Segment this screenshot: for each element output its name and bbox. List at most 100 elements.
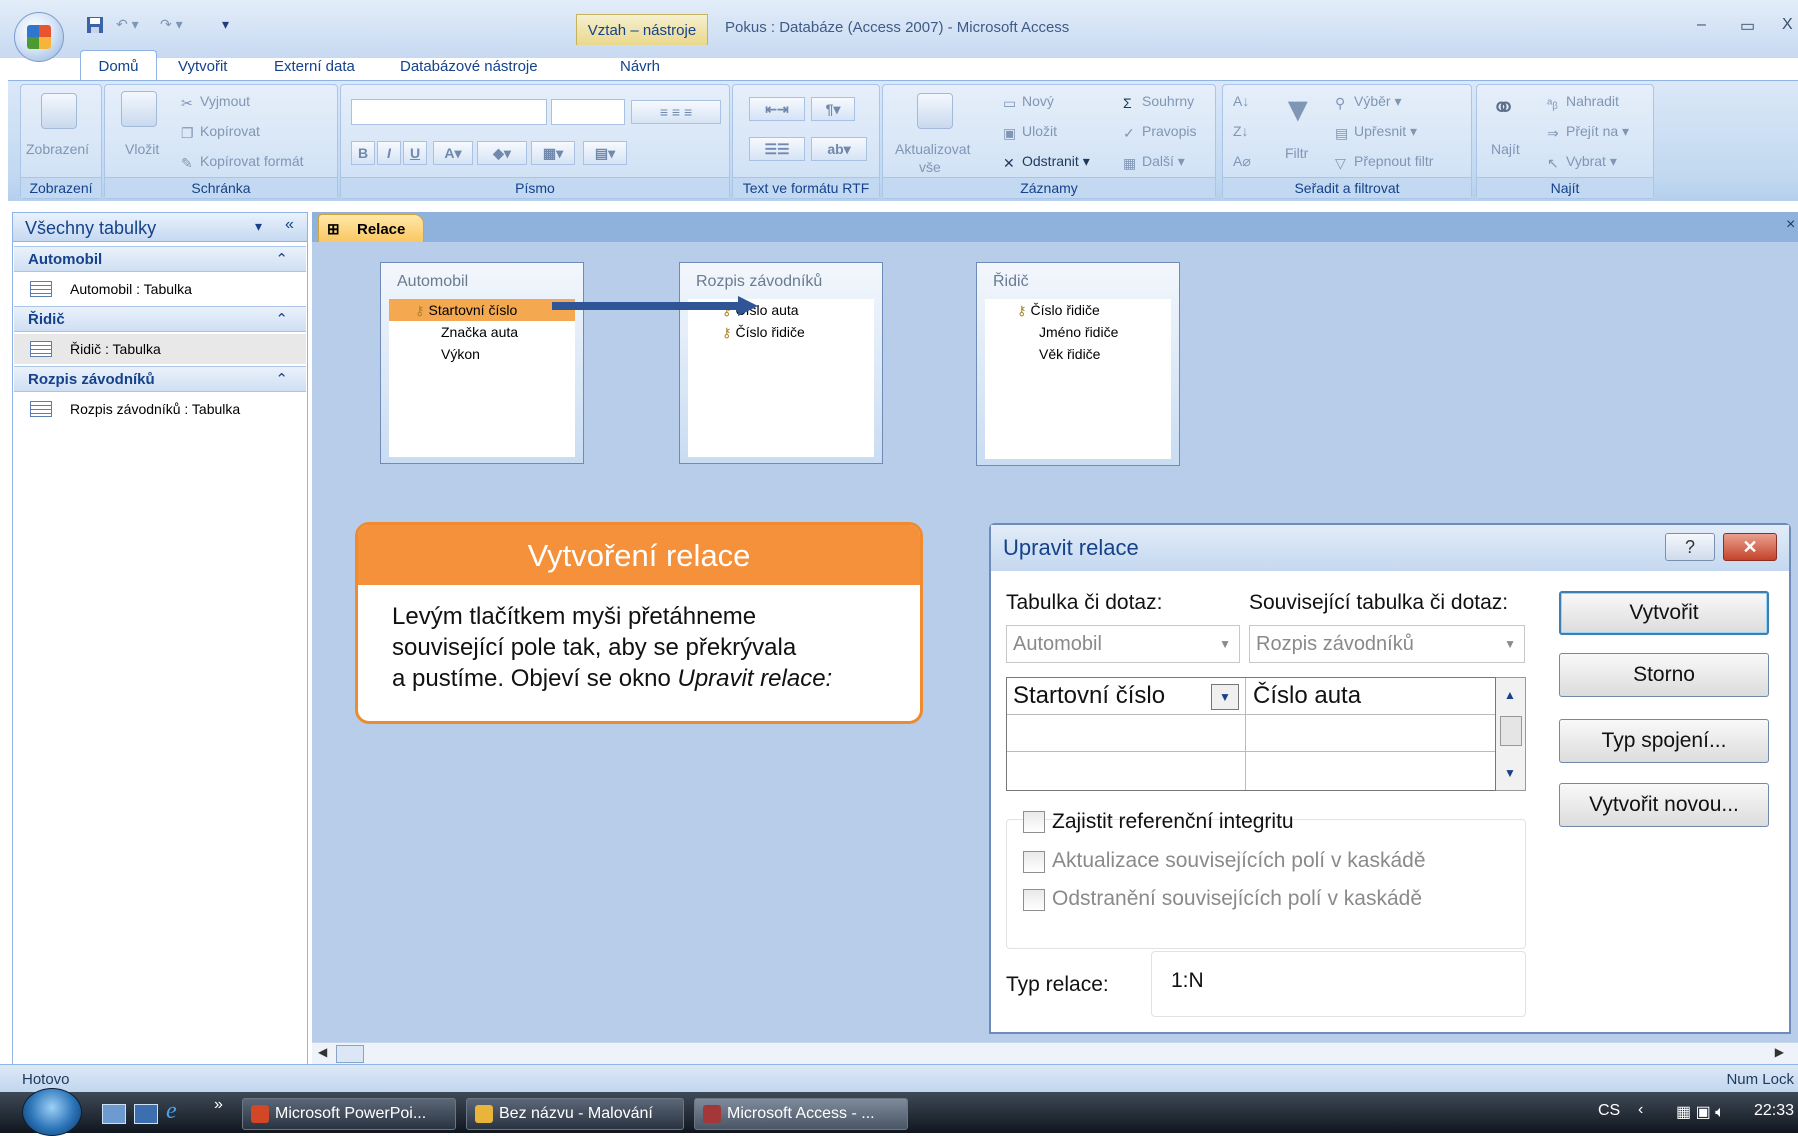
language-indicator[interactable]: CS: [1598, 1102, 1620, 1120]
switch-windows-icon[interactable]: [134, 1104, 158, 1124]
najit-button[interactable]: Najít: [1491, 141, 1520, 157]
nav-group-automobil[interactable]: Automobil ⌃: [14, 246, 306, 272]
nahradit-button[interactable]: ᵃᵦ Nahradit: [1547, 93, 1619, 111]
close-document-icon[interactable]: ×: [1786, 216, 1795, 234]
vyjmout-button[interactable]: ✂ Vyjmout: [181, 93, 250, 111]
create-new-button[interactable]: Vytvořit novou...: [1559, 783, 1769, 827]
dialog-close-button[interactable]: ✕: [1723, 533, 1777, 561]
zobrazeni-button[interactable]: Zobrazení: [26, 141, 89, 157]
font-size-combo[interactable]: [551, 99, 625, 125]
prepnout-filtr-button[interactable]: ▽ Přepnout filtr: [1335, 153, 1433, 171]
office-button[interactable]: [14, 12, 64, 62]
tray-expand-icon[interactable]: ‹: [1638, 1101, 1643, 1119]
related-combo[interactable]: Rozpis závodníků ▼: [1249, 625, 1525, 663]
chevron-down-icon[interactable]: ▼: [1211, 684, 1239, 710]
ulozit-button[interactable]: ▣ Uložit: [1003, 123, 1057, 141]
field-jmeno-ridice[interactable]: Jméno řidiče: [1039, 321, 1118, 343]
sort-desc-icon[interactable]: Z↓: [1233, 123, 1249, 139]
minimize-button[interactable]: –: [1697, 16, 1706, 34]
rtl-icon[interactable]: ¶▾: [811, 97, 855, 121]
close-button[interactable]: X: [1782, 16, 1793, 34]
highlight-icon[interactable]: ab▾: [811, 137, 867, 161]
alt-fill-icon[interactable]: ▤▾: [583, 141, 627, 165]
save-icon[interactable]: [86, 16, 104, 38]
tab-domu[interactable]: Domů: [80, 50, 157, 81]
field-startovni-cislo[interactable]: ⚷ Startovní číslo: [389, 299, 575, 321]
table-combo[interactable]: Automobil ▼: [1006, 625, 1240, 663]
help-button[interactable]: ?: [1665, 533, 1715, 561]
show-desktop-icon[interactable]: [102, 1104, 126, 1124]
vlozit-button[interactable]: Vložit: [125, 141, 159, 157]
taskbar-item-paint[interactable]: Bez názvu - Malování: [466, 1098, 684, 1130]
table-box-ridic[interactable]: Řidič ⚷ Číslo řidiče Jméno řidiče Věk řid…: [976, 262, 1180, 466]
indent-icon[interactable]: ⇤⇥: [749, 97, 805, 121]
nav-group-rozpis[interactable]: Rozpis závodníků ⌃: [14, 366, 306, 392]
novy-button[interactable]: ▭ Nový: [1003, 93, 1054, 111]
nav-collapse-icon[interactable]: «: [285, 216, 294, 234]
bold-button[interactable]: B: [351, 141, 375, 165]
binoculars-icon[interactable]: ⚭: [1491, 91, 1516, 126]
taskbar-item-powerpoint[interactable]: Microsoft PowerPoi...: [242, 1098, 456, 1130]
redo-icon[interactable]: ↷ ▾: [160, 16, 183, 38]
field-cislo-ridice[interactable]: ⚷ Číslo řidiče: [722, 321, 805, 343]
tab-vytvorit[interactable]: Vytvořit: [178, 52, 227, 80]
join-type-button[interactable]: Typ spojení...: [1559, 719, 1769, 763]
quick-launch-more-icon[interactable]: »: [214, 1096, 223, 1114]
field-cislo-ridice[interactable]: ⚷ Číslo řidiče: [1017, 299, 1100, 321]
filter-icon[interactable]: ▼: [1281, 91, 1315, 130]
fill-color-icon[interactable]: ◆▾: [477, 141, 527, 165]
cancel-button[interactable]: Storno: [1559, 653, 1769, 697]
field-znacka-auta[interactable]: Značka auta: [441, 321, 518, 343]
kopirovat-format-button[interactable]: ✎ Kopírovat formát: [181, 153, 304, 171]
dalsi-button[interactable]: ▦ Další ▾: [1123, 153, 1185, 171]
sort-asc-icon[interactable]: A↓: [1233, 93, 1249, 109]
refresh-icon[interactable]: [917, 93, 953, 129]
table-box-rozpis[interactable]: Rozpis závodníků ⚷ Číslo auta ⚷ Číslo řidi…: [679, 262, 883, 464]
odstranit-button[interactable]: ✕ Odstranit ▾: [1003, 153, 1090, 171]
nav-dropdown-icon[interactable]: ▾: [255, 218, 262, 235]
view-icon[interactable]: [41, 93, 77, 129]
create-button[interactable]: Vytvořit: [1559, 591, 1769, 635]
restore-button[interactable]: ▭: [1740, 16, 1755, 36]
souhrny-button[interactable]: Σ Souhrny: [1123, 93, 1194, 111]
nav-header[interactable]: Všechny tabulky ▾ «: [12, 212, 308, 242]
taskbar-item-access[interactable]: Microsoft Access - ...: [694, 1098, 908, 1130]
clear-sort-icon[interactable]: A⌀: [1233, 153, 1251, 170]
pravopis-button[interactable]: ✓ Pravopis: [1123, 123, 1196, 141]
kopirovat-button[interactable]: ❐ Kopírovat: [181, 123, 260, 141]
cascade-update-checkbox[interactable]: [1023, 851, 1045, 873]
field-vek-ridice[interactable]: Věk řidiče: [1039, 343, 1100, 365]
grid-scrollbar[interactable]: ▲ ▼: [1496, 677, 1526, 791]
tab-relace[interactable]: ⊞ Relace: [318, 214, 424, 244]
font-name-combo[interactable]: [351, 99, 547, 125]
tab-externi-data[interactable]: Externí data: [274, 52, 355, 80]
align-buttons[interactable]: ≡ ≡ ≡: [631, 100, 721, 124]
cascade-delete-checkbox[interactable]: [1023, 889, 1045, 911]
list-icon[interactable]: ☰☰: [749, 137, 805, 161]
italic-button[interactable]: I: [377, 141, 401, 165]
font-color-button[interactable]: A▾: [433, 141, 473, 165]
horizontal-scrollbar[interactable]: ◀ ▶: [312, 1042, 1798, 1065]
start-button[interactable]: [22, 1088, 82, 1136]
aktualizovat-button[interactable]: Aktualizovat: [895, 141, 970, 157]
underline-button[interactable]: U: [403, 141, 427, 165]
tray-icons[interactable]: ▦ ▣ 🔈︎: [1676, 1102, 1725, 1122]
clock[interactable]: 22:33: [1754, 1102, 1794, 1120]
vyber-button[interactable]: ⚲ Výběr ▾: [1335, 93, 1402, 111]
nav-group-ridic[interactable]: Řidič ⌃: [14, 306, 306, 332]
gridlines-icon[interactable]: ▦▾: [531, 141, 575, 165]
tab-databazove-nastroje[interactable]: Databázové nástroje: [400, 52, 538, 80]
nav-item-ridic-tabulka[interactable]: Řidič : Tabulka: [14, 334, 306, 364]
prejit-na-button[interactable]: ⇒ Přejít na ▾: [1547, 123, 1629, 141]
customize-qat-icon[interactable]: ▾: [222, 16, 229, 38]
field-left-cell[interactable]: Startovní číslo: [1013, 682, 1165, 710]
field-vykon[interactable]: Výkon: [441, 343, 480, 365]
filtr-button[interactable]: Filtr: [1285, 145, 1308, 161]
internet-explorer-icon[interactable]: e: [166, 1098, 177, 1125]
table-box-automobil[interactable]: Automobil ⚷ Startovní číslo Značka auta V…: [380, 262, 584, 464]
vybrat-button[interactable]: ↖ Vybrat ▾: [1547, 153, 1617, 171]
paste-icon[interactable]: [121, 91, 157, 127]
integrity-checkbox[interactable]: [1023, 811, 1045, 833]
nav-item-rozpis-tabulka[interactable]: Rozpis závodníků : Tabulka: [14, 394, 306, 424]
nav-item-automobil-tabulka[interactable]: Automobil : Tabulka: [14, 274, 306, 304]
